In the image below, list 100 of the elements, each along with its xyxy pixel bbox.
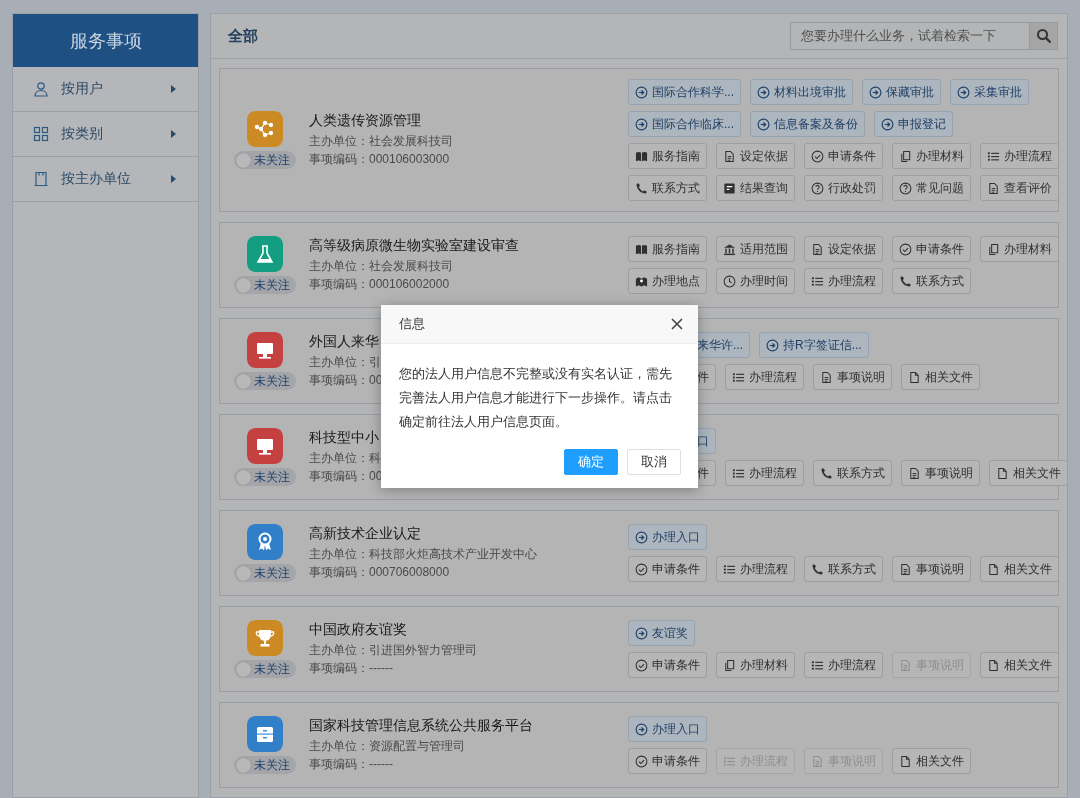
search-icon: [1035, 28, 1052, 44]
follow-toggle[interactable]: 未关注: [234, 468, 296, 486]
entry-button[interactable]: 材料出境审批: [750, 79, 853, 105]
service-title[interactable]: 中国政府友谊奖: [309, 621, 477, 639]
info-button[interactable]: 相关文件: [892, 748, 971, 774]
service-title[interactable]: 人类遗传资源管理: [309, 112, 453, 130]
search-button[interactable]: [1030, 22, 1058, 50]
dialog-title: 信息: [399, 315, 425, 333]
list-icon: [811, 658, 824, 672]
close-button[interactable]: [670, 317, 684, 331]
file-icon: [908, 370, 921, 384]
info-button[interactable]: 办理材料: [892, 143, 971, 169]
entry-button[interactable]: 采集审批: [950, 79, 1029, 105]
entry-button[interactable]: 保藏审批: [862, 79, 941, 105]
info-button[interactable]: 事项说明: [892, 556, 971, 582]
service-title[interactable]: 国家科技管理信息系统公共服务平台: [309, 717, 533, 735]
info-button[interactable]: 办理流程: [804, 268, 883, 294]
user-icon: [33, 81, 49, 97]
code-text: 事项编码：000706008000: [309, 564, 451, 581]
arrow-circle-icon: [766, 338, 779, 352]
info-button[interactable]: 查看评价: [980, 175, 1059, 201]
file-icon: [987, 562, 1000, 576]
list-icon: [732, 466, 745, 480]
entry-button[interactable]: 国际合作临床...: [628, 111, 741, 137]
arrow-circle-icon: [869, 85, 882, 99]
code-text: 事项编码：------: [309, 660, 394, 677]
info-button[interactable]: 设定依据: [716, 143, 795, 169]
info-button[interactable]: 办理时间: [716, 268, 795, 294]
info-button[interactable]: 申请条件: [628, 652, 707, 678]
info-button[interactable]: 办理流程: [980, 143, 1059, 169]
info-button[interactable]: 相关文件: [980, 556, 1059, 582]
bank-icon: [723, 242, 736, 256]
info-button[interactable]: 办理流程: [725, 364, 804, 390]
cancel-button[interactable]: 取消: [627, 449, 681, 475]
info-button[interactable]: 联系方式: [813, 460, 892, 486]
info-button[interactable]: 申请条件: [628, 748, 707, 774]
info-button[interactable]: 常见问题: [892, 175, 971, 201]
info-button[interactable]: 办理流程: [725, 460, 804, 486]
info-button[interactable]: 办理流程: [716, 556, 795, 582]
entry-button[interactable]: 持R字签证信...: [759, 332, 869, 358]
entry-button[interactable]: 办理入口: [628, 524, 707, 550]
arrow-circle-icon: [635, 530, 648, 544]
info-button[interactable]: 申请条件: [804, 143, 883, 169]
book-icon: [635, 242, 648, 256]
service-title[interactable]: 科技型中小: [309, 429, 383, 447]
service-title[interactable]: 高等级病原微生物实验室建设审查: [309, 237, 519, 255]
info-button[interactable]: 联系方式: [892, 268, 971, 294]
follow-toggle[interactable]: 未关注: [234, 276, 296, 294]
follow-toggle[interactable]: 未关注: [234, 564, 296, 582]
info-button[interactable]: 事项说明: [813, 364, 892, 390]
info-button[interactable]: 事项说明: [901, 460, 980, 486]
document-icon: [908, 466, 921, 480]
sidebar-item[interactable]: 按主办单位: [13, 157, 198, 202]
service-title[interactable]: 高新技术企业认定: [309, 525, 537, 543]
info-button[interactable]: 联系方式: [628, 175, 707, 201]
info-button[interactable]: 办理流程: [804, 652, 883, 678]
info-button[interactable]: 服务指南: [628, 143, 707, 169]
check-circle-icon: [899, 242, 912, 256]
follow-toggle[interactable]: 未关注: [234, 372, 296, 390]
document-icon: [987, 181, 1000, 195]
caret-icon: [171, 85, 176, 93]
code-text: 事项编码：------: [309, 756, 394, 773]
info-button[interactable]: 申请条件: [628, 556, 707, 582]
entry-button[interactable]: 办理入口: [628, 716, 707, 742]
follow-toggle[interactable]: 未关注: [234, 660, 296, 678]
info-button[interactable]: 服务指南: [628, 236, 707, 262]
department-text: 主办单位：科技部火炬高技术产业开发中心: [309, 546, 537, 563]
info-button[interactable]: 联系方式: [804, 556, 883, 582]
info-button[interactable]: 适用范围: [716, 236, 795, 262]
document-icon: [723, 149, 736, 163]
phone-icon: [635, 181, 648, 195]
entry-button[interactable]: 友谊奖: [628, 620, 695, 646]
list-icon: [732, 370, 745, 384]
sidebar-item[interactable]: 按用户: [13, 67, 198, 112]
book-icon: [635, 149, 648, 163]
info-button[interactable]: 行政处罚: [804, 175, 883, 201]
info-button[interactable]: 申请条件: [892, 236, 971, 262]
info-button[interactable]: 相关文件: [901, 364, 980, 390]
service-title[interactable]: 外国人来华: [309, 333, 383, 351]
info-button[interactable]: 办理材料: [716, 652, 795, 678]
info-button[interactable]: 办理材料: [980, 236, 1059, 262]
check-circle-icon: [635, 658, 648, 672]
list-icon: [987, 149, 1000, 163]
arrow-circle-icon: [881, 117, 894, 131]
entry-button[interactable]: 申报登记: [874, 111, 953, 137]
follow-toggle[interactable]: 未关注: [234, 756, 296, 774]
file-icon: [987, 658, 1000, 672]
check-circle-icon: [635, 562, 648, 576]
info-button[interactable]: 设定依据: [804, 236, 883, 262]
sidebar-item[interactable]: 按类别: [13, 112, 198, 157]
info-button[interactable]: 相关文件: [989, 460, 1068, 486]
copy-icon: [723, 658, 736, 672]
info-button[interactable]: 结果查询: [716, 175, 795, 201]
info-button[interactable]: 办理地点: [628, 268, 707, 294]
check-circle-icon: [811, 149, 824, 163]
entry-button[interactable]: 国际合作科学...: [628, 79, 741, 105]
copy-icon: [987, 242, 1000, 256]
entry-button[interactable]: 信息备案及备份: [750, 111, 865, 137]
follow-toggle[interactable]: 未关注: [234, 151, 296, 169]
info-button[interactable]: 相关文件: [980, 652, 1059, 678]
